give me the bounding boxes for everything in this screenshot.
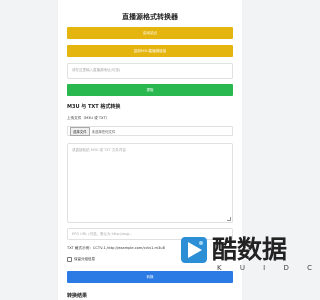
m3u-section-title: M3U 与 TXT 格式转换 (67, 104, 121, 110)
start-button[interactable]: 启动站点 (67, 27, 233, 39)
watermark-logo-icon (181, 237, 207, 263)
result-title: 转换结果 (67, 293, 88, 299)
keep-group-label: 保留分组信息 (74, 257, 95, 261)
epg-url-input[interactable]: EPG URL (可选，默认为 http://epg... (67, 228, 233, 240)
extract-button[interactable]: 提取 (67, 84, 233, 96)
convert-button[interactable]: 转换 (67, 271, 233, 283)
content-textarea[interactable]: 或直接粘贴 M3U 或 TXT 文件内容 (67, 143, 233, 223)
source-url-input[interactable]: 请在这里输入直播源地址(可选) (67, 63, 233, 79)
file-status-text: 未选择任何文件 (91, 129, 116, 134)
upload-label: 上传文件（M3U 或 TXT） (67, 116, 110, 120)
watermark-subtext: K U I D C (217, 264, 320, 272)
copy-m3u-link-button[interactable]: 复制M3U直播源链接 (67, 45, 233, 57)
keep-group-checkbox[interactable] (67, 257, 72, 262)
txt-format-hint: TXT 格式示例：CCTV-1,http://example.com/cctv1… (67, 246, 165, 250)
resize-handle-icon[interactable] (227, 217, 231, 221)
textarea-placeholder: 或直接粘贴 M3U 或 TXT 文件内容 (72, 148, 126, 152)
choose-file-button[interactable]: 选择文件 (70, 126, 90, 136)
page-title: 直播源格式转换器 (122, 13, 178, 21)
file-upload-field[interactable]: 选择文件 未选择任何文件 (67, 126, 233, 136)
keep-group-row[interactable]: 保留分组信息 (67, 257, 95, 262)
watermark-text: 酷数据 (212, 235, 288, 264)
